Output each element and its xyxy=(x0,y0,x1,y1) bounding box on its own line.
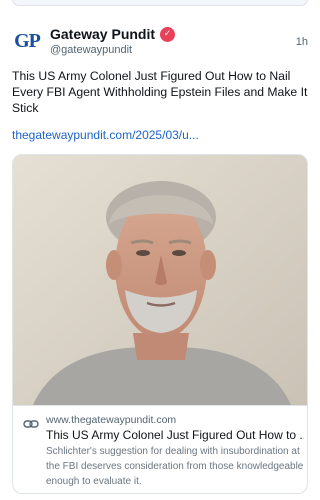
check-badge-icon: ✓ xyxy=(160,26,176,42)
post-text: This US Army Colonel Just Figured Out Ho… xyxy=(12,69,308,115)
card-domain: www.thegatewaypundit.com xyxy=(46,414,177,426)
author-display-name[interactable]: Gateway Pundit xyxy=(50,26,155,42)
post-time: 1h xyxy=(295,36,308,48)
card-image[interactable] xyxy=(13,155,307,405)
author-handle[interactable]: @gatewaypundit xyxy=(50,44,132,56)
link-icon xyxy=(23,420,39,428)
card-title[interactable]: This US Army Colonel Just Figured Out Ho… xyxy=(46,428,304,442)
card-description: Schlichter's suggestion for dealing with… xyxy=(46,446,304,487)
card-meta: www.thegatewaypundit.com This US Army Co… xyxy=(13,405,307,493)
author-name-row: Gateway Pundit ✓ xyxy=(50,26,176,42)
post-header: GP Gateway Pundit ✓ @gatewaypundit 1h xyxy=(12,24,308,60)
avatar-logo: GP xyxy=(14,29,41,52)
post-link[interactable]: thegatewaypundit.com/2025/03/u... xyxy=(12,128,199,142)
portrait-photo xyxy=(13,155,307,405)
previous-post-bar xyxy=(12,0,308,6)
link-preview-card[interactable]: www.thegatewaypundit.com This US Army Co… xyxy=(12,154,308,494)
previous-post-edge xyxy=(0,0,320,10)
avatar[interactable]: GP xyxy=(12,26,42,56)
